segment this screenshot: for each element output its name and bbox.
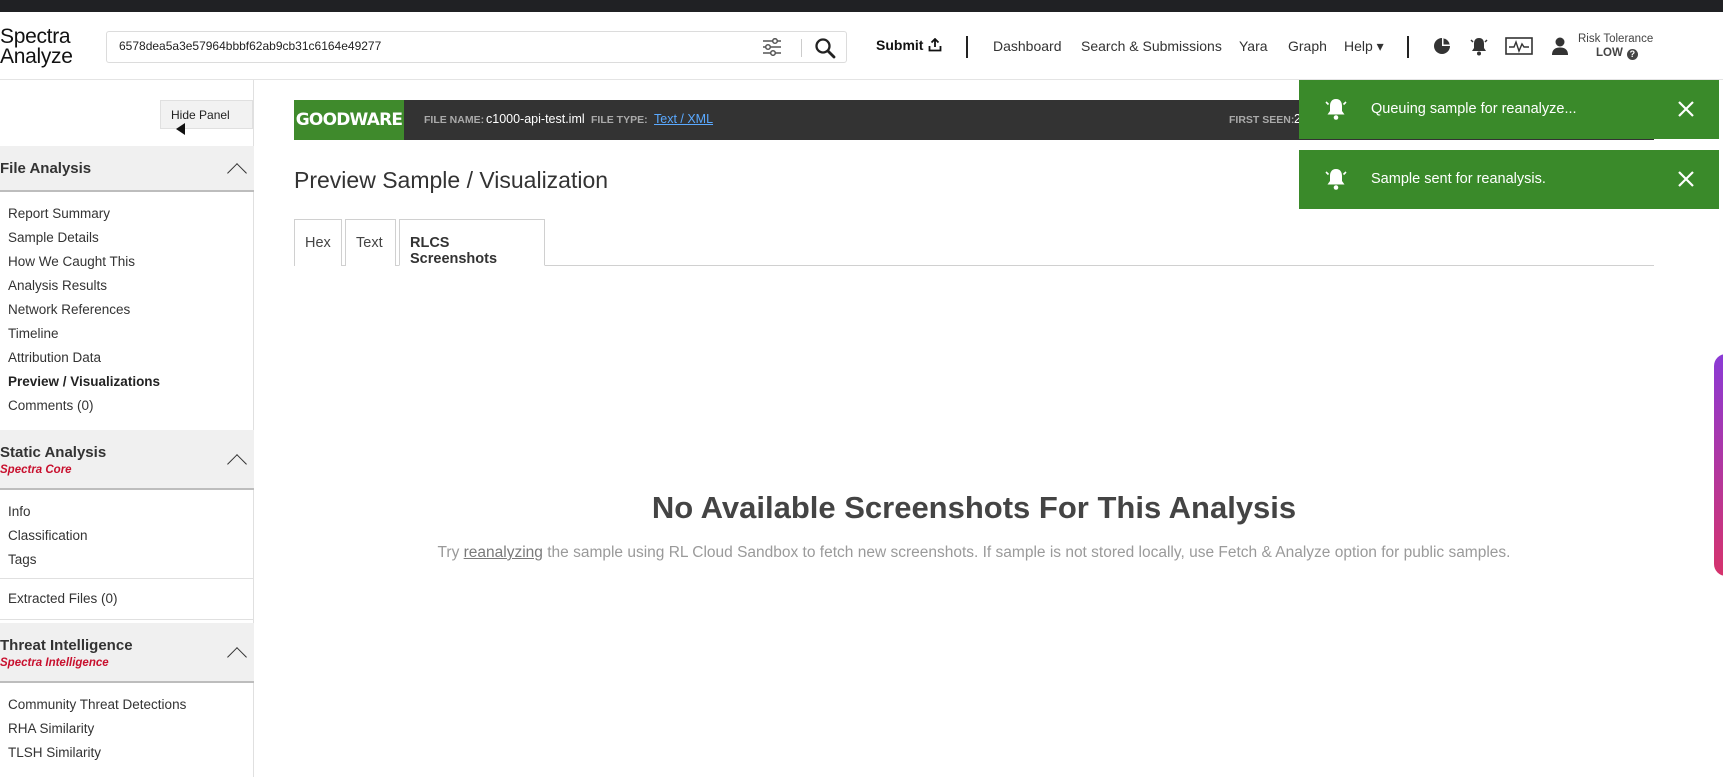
chevron-up-icon bbox=[227, 454, 247, 474]
sidebar-item-info[interactable]: Info bbox=[8, 504, 31, 519]
nav-search-submissions[interactable]: Search & Submissions bbox=[1081, 38, 1222, 54]
feedback-side-tab[interactable] bbox=[1714, 354, 1723, 576]
toast-notification: Queuing sample for reanalyze... bbox=[1299, 80, 1719, 139]
chevron-up-icon bbox=[227, 163, 247, 183]
sidebar-item-tags[interactable]: Tags bbox=[8, 552, 37, 567]
bell-icon bbox=[1325, 169, 1347, 190]
tab-hex[interactable]: Hex bbox=[294, 219, 342, 266]
file-name-label: FILE NAME: bbox=[424, 114, 485, 126]
search-bar bbox=[106, 31, 847, 63]
file-type-label: FILE TYPE: bbox=[591, 114, 648, 126]
first-seen-label: FIRST SEEN: bbox=[1229, 114, 1295, 126]
section-file-analysis[interactable]: File Analysis bbox=[0, 146, 254, 192]
empty-state-title: No Available Screenshots For This Analys… bbox=[651, 490, 1297, 525]
magnifier-icon[interactable] bbox=[814, 37, 836, 59]
nav-graph[interactable]: Graph bbox=[1288, 38, 1327, 54]
pie-chart-icon[interactable] bbox=[1431, 35, 1453, 57]
nav-yara[interactable]: Yara bbox=[1239, 38, 1268, 54]
close-icon[interactable] bbox=[1676, 169, 1696, 189]
sidebar-item-attribution-data[interactable]: Attribution Data bbox=[8, 350, 101, 365]
sidebar-item-tlsh-similarity[interactable]: TLSH Similarity bbox=[8, 745, 101, 760]
user-icon[interactable] bbox=[1549, 35, 1571, 57]
file-type-link[interactable]: Text / XML bbox=[654, 112, 713, 126]
logo-line-2: Analyze bbox=[0, 45, 73, 68]
sidebar-item-comments[interactable]: Comments (0) bbox=[8, 398, 94, 413]
nav-help[interactable]: Help ▾ bbox=[1344, 38, 1384, 55]
risk-tolerance-label: Risk Tolerance bbox=[1578, 33, 1654, 45]
logo-line-1: Spectra bbox=[0, 25, 71, 48]
sidebar-item-how-we-caught-this[interactable]: How We Caught This bbox=[8, 254, 135, 269]
close-icon[interactable] bbox=[1676, 99, 1696, 119]
submit-label: Submit bbox=[876, 37, 924, 53]
browser-tab-strip bbox=[0, 0, 1723, 12]
nav-divider bbox=[966, 36, 968, 58]
sidebar-separator bbox=[0, 578, 254, 579]
toast-message: Queuing sample for reanalyze... bbox=[1371, 101, 1577, 117]
sidebar-item-community-threat-detections[interactable]: Community Threat Detections bbox=[8, 697, 186, 712]
empty-desc-prefix: Try bbox=[437, 544, 464, 561]
upload-icon bbox=[929, 37, 942, 52]
help-circle-icon[interactable]: ? bbox=[1626, 49, 1638, 60]
top-header: Spectra Analyze Submit Dashboard Search … bbox=[0, 12, 1723, 80]
section-threat-intelligence[interactable]: Threat Intelligence Spectra Intelligence bbox=[0, 623, 254, 683]
file-name-value: c1000-api-test.iml bbox=[486, 112, 585, 126]
left-sidebar: Hide Panel File Analysis Report Summary … bbox=[0, 80, 254, 777]
sidebar-item-network-references[interactable]: Network References bbox=[8, 302, 130, 317]
risk-tolerance-value[interactable]: LOW? bbox=[1596, 47, 1638, 60]
caret-left-icon bbox=[176, 123, 185, 135]
tab-rlcs-screenshots[interactable]: RLCS Screenshots bbox=[399, 219, 545, 267]
risk-level: LOW bbox=[1596, 47, 1623, 59]
sidebar-item-classification[interactable]: Classification bbox=[8, 528, 88, 543]
page-title: Preview Sample / Visualization bbox=[294, 167, 609, 193]
section-title: File Analysis bbox=[0, 160, 92, 177]
empty-state-description: Try reanalyzing the sample using RL Clou… bbox=[294, 544, 1654, 562]
activity-monitor-icon[interactable] bbox=[1505, 35, 1533, 57]
bell-icon bbox=[1325, 99, 1347, 120]
nav-divider-2 bbox=[1407, 36, 1409, 58]
nav-dashboard[interactable]: Dashboard bbox=[993, 38, 1062, 54]
sidebar-item-sample-details[interactable]: Sample Details bbox=[8, 230, 99, 245]
sliders-icon[interactable] bbox=[761, 38, 783, 56]
section-subtitle: Spectra Core bbox=[0, 464, 72, 476]
search-input[interactable] bbox=[119, 39, 759, 53]
empty-desc-suffix: the sample using RL Cloud Sandbox to fet… bbox=[542, 544, 1511, 561]
sidebar-item-extracted-files[interactable]: Extracted Files (0) bbox=[8, 591, 118, 606]
section-title: Threat Intelligence bbox=[0, 637, 133, 654]
chevron-up-icon bbox=[227, 647, 247, 667]
section-subtitle: Spectra Intelligence bbox=[0, 657, 109, 669]
tab-text[interactable]: Text bbox=[345, 219, 396, 266]
sidebar-item-rha-similarity[interactable]: RHA Similarity bbox=[8, 721, 94, 736]
sidebar-item-analysis-results[interactable]: Analysis Results bbox=[8, 278, 107, 293]
search-divider bbox=[801, 39, 802, 57]
section-static-analysis[interactable]: Static Analysis Spectra Core bbox=[0, 430, 254, 490]
sidebar-item-timeline[interactable]: Timeline bbox=[8, 326, 59, 341]
submit-button[interactable]: Submit bbox=[876, 37, 942, 53]
sidebar-item-preview-visualizations[interactable]: Preview / Visualizations bbox=[8, 374, 160, 389]
sidebar-item-report-summary[interactable]: Report Summary bbox=[8, 206, 110, 221]
toast-notification: Sample sent for reanalysis. bbox=[1299, 150, 1719, 209]
bell-icon[interactable] bbox=[1468, 35, 1490, 57]
section-title: Static Analysis bbox=[0, 444, 107, 461]
reanalyze-link[interactable]: reanalyzing bbox=[464, 544, 543, 561]
toast-message: Sample sent for reanalysis. bbox=[1371, 171, 1546, 187]
sidebar-separator bbox=[0, 619, 254, 620]
hide-panel-button[interactable]: Hide Panel bbox=[160, 100, 253, 135]
app-logo[interactable]: Spectra Analyze bbox=[0, 25, 73, 68]
hide-panel-label: Hide Panel bbox=[171, 108, 230, 122]
classification-badge: GOODWARE bbox=[294, 100, 404, 140]
